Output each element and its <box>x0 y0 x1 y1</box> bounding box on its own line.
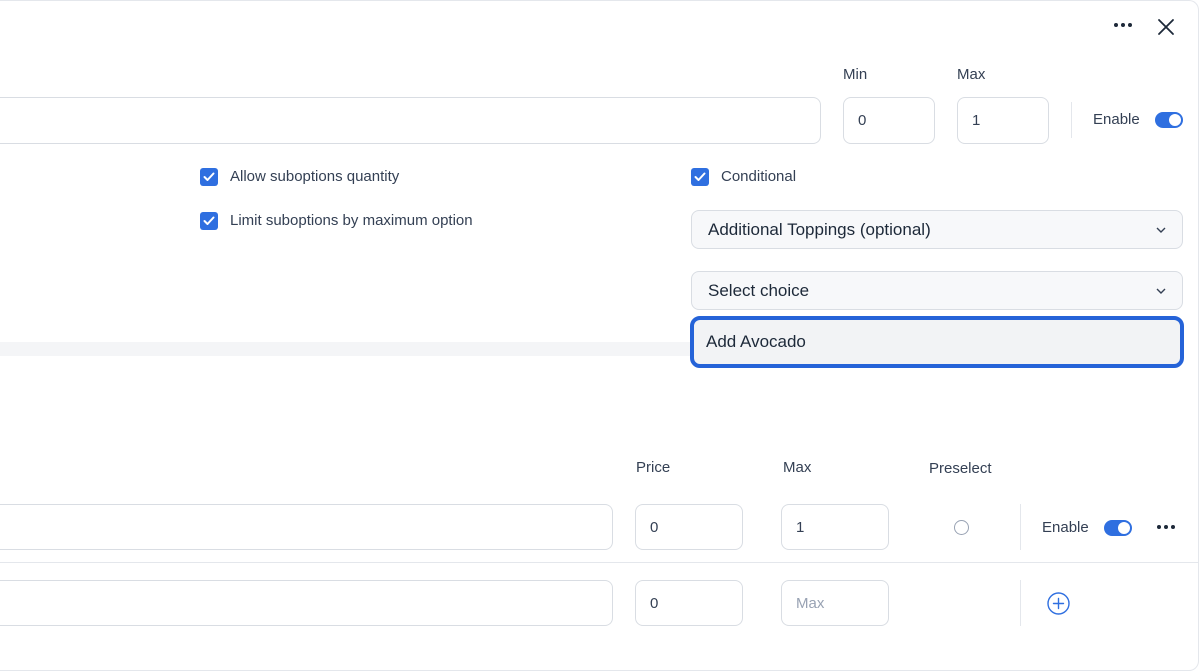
divider <box>1020 580 1021 626</box>
conditional-label: Conditional <box>721 168 797 185</box>
suboption-max-input[interactable]: 1 <box>781 504 889 550</box>
enable-toggle[interactable] <box>1155 112 1183 128</box>
conditional-option-value: Additional Toppings (optional) <box>708 219 931 239</box>
max-label: Max <box>957 66 986 83</box>
min-input[interactable]: 0 <box>843 97 935 144</box>
check-icon <box>203 216 215 225</box>
suboption-enable-toggle[interactable] <box>1104 520 1132 536</box>
allow-suboptions-quantity-label: Allow suboptions quantity <box>230 168 400 185</box>
check-icon <box>203 172 215 181</box>
new-suboption-max-input[interactable]: Max <box>781 580 889 626</box>
max-column-header: Max <box>783 459 812 476</box>
preselect-column-header: Preselect <box>929 460 992 477</box>
preselect-radio[interactable] <box>954 520 969 535</box>
allow-suboptions-quantity-checkbox[interactable] <box>200 168 218 186</box>
price-column-header: Price <box>636 459 671 476</box>
choice-select-placeholder: Select choice <box>708 280 810 300</box>
max-input[interactable]: 1 <box>957 97 1049 144</box>
suboption-name-input[interactable] <box>0 504 613 550</box>
suboption-more-icon[interactable] <box>1157 525 1175 529</box>
chevron-down-icon <box>1156 227 1166 233</box>
check-icon <box>694 172 706 181</box>
conditional-checkbox[interactable] <box>691 168 709 186</box>
suboption-enable-label: Enable <box>1042 519 1089 536</box>
suboption-price-input[interactable]: 0 <box>635 504 743 550</box>
row-divider <box>0 562 1198 563</box>
option-name-input[interactable] <box>0 97 821 144</box>
more-options-icon[interactable] <box>1114 23 1132 27</box>
conditional-option-select[interactable]: Additional Toppings (optional) <box>691 210 1183 249</box>
add-suboption-icon[interactable] <box>1047 592 1070 615</box>
close-icon[interactable] <box>1157 18 1175 36</box>
min-label: Min <box>843 66 868 83</box>
enable-label: Enable <box>1093 111 1140 128</box>
choice-select[interactable]: Select choice <box>691 271 1183 310</box>
divider <box>1020 504 1021 550</box>
divider <box>1071 102 1072 138</box>
limit-suboptions-checkbox[interactable] <box>200 212 218 230</box>
choice-option-label: Add Avocado <box>706 332 806 351</box>
section-band <box>0 342 690 356</box>
choice-option-add-avocado[interactable]: Add Avocado <box>690 316 1184 368</box>
new-suboption-name-input[interactable] <box>0 580 613 626</box>
limit-suboptions-label: Limit suboptions by maximum option <box>230 212 473 229</box>
new-suboption-price-input[interactable]: 0 <box>635 580 743 626</box>
chevron-down-icon <box>1156 288 1166 294</box>
